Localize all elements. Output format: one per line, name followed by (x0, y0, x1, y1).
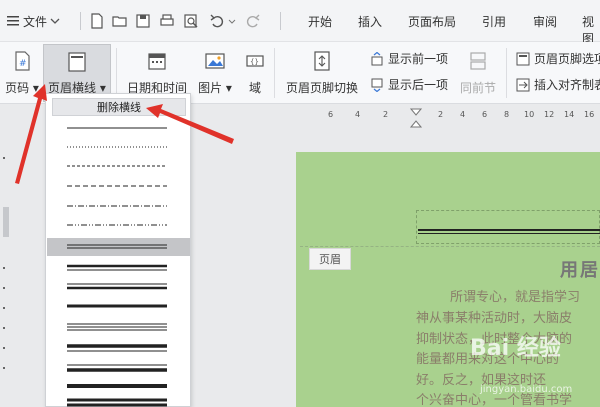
insert-aligned-tab-label: 插入对齐制表 (534, 78, 600, 92)
horizontal-ruler[interactable]: 6 4 2 2 4 6 8 10 12 14 16 (200, 105, 600, 127)
separator (280, 12, 281, 30)
header-rule (418, 229, 600, 231)
header-area[interactable] (416, 210, 600, 244)
ruler-number: 8 (504, 110, 510, 119)
vertical-ruler (3, 157, 9, 369)
options-icon (516, 52, 530, 65)
new-document-icon[interactable] (88, 12, 106, 30)
ruler-number: 2 (383, 110, 389, 119)
ruler-number: 10 (524, 110, 535, 119)
same-as-previous-label: 同前节 (459, 81, 496, 95)
body-text-line: 神从事某种活动时，大脑皮 (416, 311, 573, 326)
header-footer-switch-button[interactable]: 页眉页脚切换 (282, 42, 362, 96)
field-button[interactable]: {} 域 (244, 42, 266, 96)
page-number-button[interactable]: # 页码 ▾ (3, 42, 41, 96)
open-folder-icon[interactable] (111, 12, 129, 30)
undo-dropdown-icon[interactable] (228, 18, 236, 26)
ruler-number: 6 (328, 110, 334, 119)
separator (274, 48, 275, 98)
ruler-number: 14 (564, 110, 575, 119)
header-footer-switch-icon (314, 51, 330, 71)
separator (506, 48, 507, 98)
show-next-label: 显示后一项 (388, 78, 449, 92)
svg-text:{}: {} (250, 58, 259, 66)
file-menu-button[interactable]: 文件 (6, 9, 60, 33)
field-icon: {} (246, 55, 264, 67)
show-next-button[interactable]: 显示后一项 (370, 76, 448, 93)
show-previous-icon (371, 51, 383, 65)
tab-home[interactable]: 开始 (308, 13, 332, 30)
undo-icon[interactable] (208, 12, 226, 30)
ruler-number: 16 (584, 110, 595, 119)
save-icon[interactable] (134, 12, 152, 30)
line-style-list[interactable] (46, 94, 192, 407)
same-as-previous-icon (470, 52, 486, 70)
show-previous-button[interactable]: 显示前一项 (370, 50, 448, 67)
header-line-dropdown: 删除横线 (45, 93, 191, 407)
baidu-watermark: Bai 经验 (470, 336, 561, 361)
ruler-number: 6 (482, 110, 488, 119)
page-number-icon: # (15, 51, 30, 71)
show-previous-label: 显示前一项 (388, 52, 449, 66)
separator (80, 12, 81, 30)
header-footer-options-label: 页眉页脚选项 (534, 52, 600, 66)
tab-insert[interactable]: 插入 (358, 13, 382, 30)
header-line-icon (68, 52, 86, 72)
svg-text:#: # (19, 59, 27, 69)
ruler-number: 12 (544, 110, 555, 119)
title-menu-bar: 文件 开始 插入 页面布局 引用 审阅 视图 (0, 0, 600, 46)
same-as-previous-button[interactable]: 同前节 (458, 42, 498, 96)
tab-page-layout[interactable]: 页面布局 (408, 13, 456, 30)
header-tag: 页眉 (309, 248, 351, 270)
hamburger-icon (7, 16, 19, 26)
header-footer-options-button[interactable]: 页眉页脚选项 (516, 50, 600, 67)
document-title: 用居 (560, 260, 600, 281)
print-icon[interactable] (158, 12, 176, 30)
aligned-tab-icon (516, 78, 530, 91)
file-menu-label: 文件 (23, 14, 48, 29)
indent-marker-icon[interactable] (410, 108, 422, 128)
baidu-watermark-url: jingyan.baidu.com (480, 384, 573, 395)
page-number-label: 页码 (5, 81, 30, 95)
date-time-button[interactable]: 日期和时间 (124, 42, 190, 96)
header-footer-switch-label: 页眉页脚切换 (285, 81, 358, 95)
redo-icon[interactable] (244, 12, 262, 30)
ruler-number: 4 (460, 110, 466, 119)
header-boundary (300, 246, 600, 247)
ruler-number: 4 (355, 110, 361, 119)
chevron-down-icon (50, 18, 60, 24)
tab-references[interactable]: 引用 (482, 13, 506, 30)
picture-icon (205, 53, 225, 69)
ruler-number: 2 (438, 110, 444, 119)
field-label: 域 (248, 81, 261, 95)
tab-review[interactable]: 审阅 (533, 13, 557, 30)
calendar-icon (148, 53, 166, 70)
header-rule (418, 233, 600, 234)
picture-label: 图片 (198, 81, 223, 95)
show-next-icon (371, 78, 383, 92)
separator (116, 48, 117, 98)
insert-aligned-tab-button[interactable]: 插入对齐制表 (516, 76, 600, 93)
body-text-line: 所谓专心，就是指学习 (450, 290, 581, 305)
print-preview-icon[interactable] (182, 12, 200, 30)
picture-button[interactable]: 图片 ▾ (196, 42, 234, 96)
